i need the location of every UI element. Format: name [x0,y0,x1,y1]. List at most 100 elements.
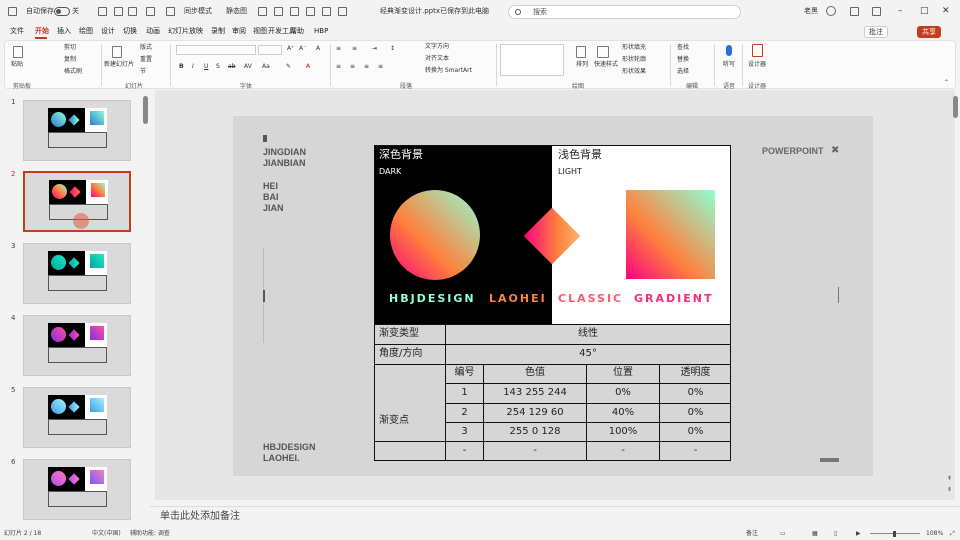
accessibility-indicator[interactable]: 辅助功能: 调查 [130,531,170,537]
tab-design[interactable]: 设计 [101,28,115,35]
close-icon[interactable]: ✕ [942,7,950,16]
notes-placeholder[interactable]: 单击此处添加备注 [160,512,240,522]
slide-thumbnail-1[interactable] [23,100,131,161]
next-slide-icon[interactable]: ⇟ [947,487,952,493]
paste-button[interactable]: 粘贴 [11,62,23,68]
tab-slideshow[interactable]: 幻灯片放映 [168,28,203,35]
tab-file[interactable]: 文件 [10,28,24,35]
bullets-icon[interactable]: ≡ [336,46,341,52]
save-status[interactable]: 已保存到此电脑 [440,8,489,15]
line-spacing-icon[interactable]: ↕ [390,46,395,52]
quick-access-item-1[interactable]: 同步模式 [184,8,212,15]
slide-thumbnail-4[interactable] [23,315,131,376]
align-right-icon[interactable]: ≡ [364,64,369,70]
align-text-button[interactable]: 对齐文本 [425,56,449,62]
grid-icon[interactable] [290,7,299,16]
paste-icon[interactable] [13,46,23,58]
grow-font-icon[interactable]: A⁺ [287,46,294,52]
shadow-icon[interactable]: S [216,64,220,70]
arrange-icon[interactable] [576,46,586,58]
fit-to-window-icon[interactable]: ⤢ [950,531,955,537]
tab-transitions[interactable]: 切换 [123,28,137,35]
microphone-icon[interactable] [726,45,732,56]
slide-thumbnail-6[interactable] [23,459,131,520]
shapes-gallery[interactable] [500,44,564,76]
font-color-icon[interactable]: A [306,64,310,70]
slide-thumbnail-3[interactable] [23,243,131,304]
slide-sorter-icon[interactable]: ▦ [812,531,818,537]
designer-button[interactable]: 设计器 [748,62,766,68]
chevron-down-icon[interactable] [274,7,283,16]
canvas-scrollbar[interactable] [953,96,958,118]
save-icon[interactable] [98,7,107,16]
reading-view-icon[interactable]: ▯ [834,531,837,537]
notes-pane[interactable]: 单击此处添加备注 [150,506,960,528]
bold-icon[interactable]: B [179,64,184,70]
align-left-icon[interactable]: ≡ [336,64,341,70]
select-button[interactable]: 选择 [677,69,689,75]
align-center-icon[interactable]: ≡ [350,64,355,70]
copy-button[interactable]: 复制 [64,57,76,63]
spacing-icon[interactable]: AV [244,64,252,70]
maximize-icon[interactable]: □ [920,7,929,16]
tab-record[interactable]: 录制 [211,28,225,35]
layout-button[interactable]: 版式 [140,45,152,51]
reset-button[interactable]: 重置 [140,57,152,63]
designer-icon[interactable] [752,44,763,57]
print-icon[interactable] [258,7,267,16]
replace-button[interactable]: 替换 [677,57,689,63]
shape-outline-button[interactable]: 形状轮廓 [622,57,646,63]
shape-effects-button[interactable]: 形状效果 [622,69,646,75]
collapse-ribbon-icon[interactable]: ⌃ [944,80,949,86]
quick-styles-icon[interactable] [597,46,609,58]
tab-help[interactable]: 帮助 [290,28,304,35]
format-painter-button[interactable]: 格式刷 [64,69,82,75]
slide-thumbnail-2[interactable] [23,171,131,232]
new-slide-button[interactable]: 新建幻灯片 [104,62,134,68]
underline-icon[interactable]: U [204,64,208,70]
user-name[interactable]: 老黑 [804,8,818,15]
quick-styles-button[interactable]: 快速样式 [594,62,618,68]
tab-insert[interactable]: 插入 [57,28,71,35]
tab-draw[interactable]: 绘图 [79,28,93,35]
tab-home[interactable]: 开始 [35,28,49,35]
autosave-toggle[interactable] [54,7,70,16]
avatar[interactable] [826,6,836,16]
tab-hbp[interactable]: HBP [314,28,328,35]
strikethrough-icon[interactable]: ab [228,64,236,70]
arrange-button[interactable]: 排列 [576,62,588,68]
shrink-font-icon[interactable]: A⁻ [299,46,306,52]
italic-icon[interactable]: I [192,64,194,70]
comments-button[interactable]: 批注 [864,26,888,38]
cut-button[interactable]: 剪切 [64,45,76,51]
search-box[interactable]: 搜索 [508,5,741,19]
tab-review[interactable]: 审阅 [232,28,246,35]
font-name-select[interactable] [176,45,256,55]
new-slide-icon[interactable] [112,46,122,58]
tab-view[interactable]: 视图 [253,28,267,35]
indent-icon[interactable]: ⇥ [372,46,377,52]
pen-icon[interactable] [872,7,881,16]
language-indicator[interactable]: 中文(中国) [92,531,121,537]
text-direction-button[interactable]: 文字方向 [425,44,449,50]
section-button[interactable]: 节 [140,69,146,75]
undo-icon[interactable] [114,7,123,16]
slide-thumbnail-5[interactable] [23,387,131,448]
font-size-select[interactable] [258,45,282,55]
find-button[interactable]: 查找 [677,45,689,51]
minimize-icon[interactable]: – [898,7,903,16]
clear-format-icon[interactable]: A [316,46,320,52]
previous-slide-icon[interactable]: ⇞ [947,476,952,482]
notes-toggle[interactable]: 备注 [746,531,758,537]
justify-icon[interactable]: ≡ [378,64,383,70]
quick-access-item-2[interactable]: 静态图 [226,8,247,15]
diamond-icon[interactable] [850,7,859,16]
redo-icon[interactable] [128,7,137,16]
dictate-button[interactable]: 听写 [723,62,735,68]
thumbnail-scrollbar[interactable] [143,96,148,124]
table-icon[interactable] [306,7,315,16]
start-from-beginning-icon[interactable] [146,7,155,16]
normal-view-icon[interactable]: ▭ [780,531,786,537]
share-button[interactable]: 共享 [917,26,941,38]
smartart-button[interactable]: 转换为 SmartArt [425,68,472,74]
